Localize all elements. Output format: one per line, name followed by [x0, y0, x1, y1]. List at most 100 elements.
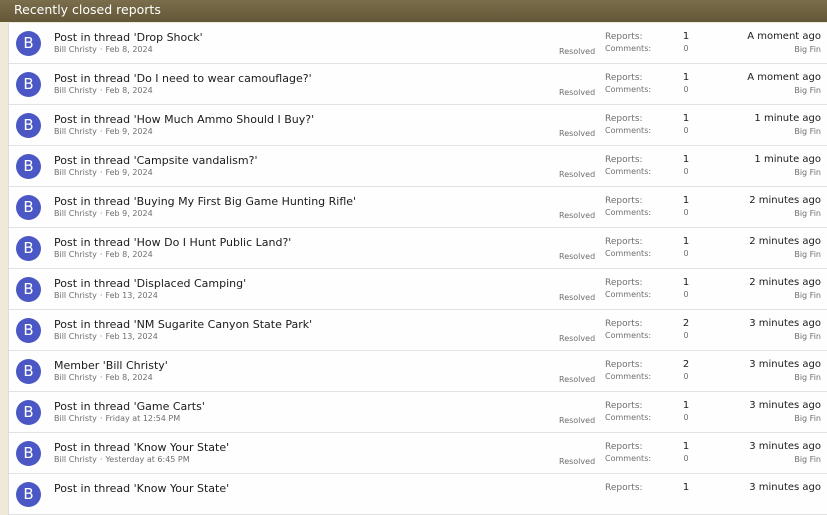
- report-title-link[interactable]: Post in thread 'Do I need to wear camouf…: [54, 72, 312, 85]
- comments-count-value: 0: [683, 208, 689, 217]
- closed-by-user-link[interactable]: Big Fin: [794, 414, 821, 423]
- reports-count-value: 1: [682, 195, 690, 206]
- reported-user-link[interactable]: Bill Christy: [54, 250, 97, 259]
- closed-time: 3 minutes ago: [749, 482, 821, 493]
- reported-user-link[interactable]: Bill Christy: [54, 127, 97, 136]
- report-row[interactable]: B Post in thread 'Do I need to wear camou…: [9, 64, 827, 105]
- status-label: Resolved: [559, 211, 596, 220]
- section-header: Recently closed reports: [0, 0, 827, 22]
- reports-count-label: Reports:: [605, 196, 643, 206]
- reported-user-link[interactable]: Bill Christy: [54, 455, 97, 464]
- report-title-link[interactable]: Post in thread 'How Much Ammo Should I B…: [54, 113, 314, 126]
- reported-user-link[interactable]: Bill Christy: [54, 414, 97, 423]
- report-title-link[interactable]: Post in thread 'Know Your State': [54, 482, 229, 495]
- report-row[interactable]: B Post in thread 'Game Carts' Bill Christy…: [9, 392, 827, 433]
- reports-count-value: 1: [682, 277, 690, 288]
- report-date: Feb 9, 2024: [105, 168, 153, 177]
- reported-user-link[interactable]: Bill Christy: [54, 332, 97, 341]
- report-row[interactable]: B Post in thread 'NM Sugarite Canyon Stat…: [9, 310, 827, 351]
- report-row[interactable]: B Post in thread 'Displaced Camping' Bill …: [9, 269, 827, 310]
- closed-time: 3 minutes ago: [749, 359, 821, 370]
- reports-count-value: 1: [682, 154, 690, 165]
- closed-by-user-link[interactable]: Big Fin: [794, 45, 821, 54]
- comments-count-label: Comments:: [605, 85, 652, 94]
- report-row[interactable]: B Post in thread 'How Much Ammo Should I …: [9, 105, 827, 146]
- report-date: Feb 8, 2024: [105, 373, 153, 382]
- reports-count-label: Reports:: [605, 114, 643, 124]
- report-title-link[interactable]: Post in thread 'Drop Shock': [54, 31, 203, 44]
- closed-time: 1 minute ago: [754, 113, 821, 124]
- report-title-link[interactable]: Member 'Bill Christy': [54, 359, 168, 372]
- closed-by-user-link[interactable]: Big Fin: [794, 291, 821, 300]
- status-label: Resolved: [559, 88, 596, 97]
- report-title-link[interactable]: Post in thread 'Displaced Camping': [54, 277, 246, 290]
- reported-user-link[interactable]: Bill Christy: [54, 291, 97, 300]
- status-label: Resolved: [559, 457, 596, 466]
- closed-by-user-link[interactable]: Big Fin: [794, 250, 821, 259]
- closed-by-user-link[interactable]: Big Fin: [794, 168, 821, 177]
- closed-by-user-link[interactable]: Big Fin: [794, 86, 821, 95]
- reports-count-value: 1: [682, 113, 690, 124]
- report-row[interactable]: B Post in thread 'How Do I Hunt Public La…: [9, 228, 827, 269]
- report-date: Friday at 12:54 PM: [105, 414, 181, 423]
- report-meta: Bill Christy · Feb 8, 2024: [54, 373, 153, 382]
- closed-time: 2 minutes ago: [749, 236, 821, 247]
- comments-count-label: Comments:: [605, 454, 652, 463]
- reports-count-label: Reports:: [605, 73, 643, 83]
- report-row[interactable]: B Post in thread 'Drop Shock' Bill Christy…: [9, 23, 827, 64]
- report-title-link[interactable]: Post in thread 'Game Carts': [54, 400, 205, 413]
- closed-by-user-link[interactable]: Big Fin: [794, 373, 821, 382]
- avatar[interactable]: B: [16, 113, 41, 138]
- report-row[interactable]: B Post in thread 'Buying My First Big Gam…: [9, 187, 827, 228]
- avatar[interactable]: B: [16, 318, 41, 343]
- closed-by-user-link[interactable]: Big Fin: [794, 209, 821, 218]
- reported-user-link[interactable]: Bill Christy: [54, 86, 97, 95]
- avatar[interactable]: B: [16, 277, 41, 302]
- reported-user-link[interactable]: Bill Christy: [54, 209, 97, 218]
- avatar[interactable]: B: [16, 441, 41, 466]
- closed-by-user-link[interactable]: Big Fin: [794, 127, 821, 136]
- avatar[interactable]: B: [16, 31, 41, 56]
- report-meta: Bill Christy · Friday at 12:54 PM: [54, 414, 180, 423]
- reports-count-value: 2: [682, 318, 690, 329]
- report-title-link[interactable]: Post in thread 'Know Your State': [54, 441, 229, 454]
- report-row[interactable]: B Post in thread 'Campsite vandalism?' Bil…: [9, 146, 827, 187]
- report-title-link[interactable]: Post in thread 'NM Sugarite Canyon State…: [54, 318, 312, 331]
- closed-by-user-link[interactable]: Big Fin: [794, 332, 821, 341]
- reported-user-link[interactable]: Bill Christy: [54, 168, 97, 177]
- report-title-link[interactable]: Post in thread 'Campsite vandalism?': [54, 154, 257, 167]
- report-date: Feb 9, 2024: [105, 209, 153, 218]
- closed-time: A moment ago: [747, 31, 821, 42]
- status-label: Resolved: [559, 293, 596, 302]
- comments-count-value: 0: [683, 126, 689, 135]
- report-row[interactable]: B Post in thread 'Know Your State' Bill Ch…: [9, 433, 827, 474]
- avatar[interactable]: B: [16, 154, 41, 179]
- comments-count-value: 0: [683, 372, 689, 381]
- reported-user-link[interactable]: Bill Christy: [54, 373, 97, 382]
- avatar[interactable]: B: [16, 359, 41, 384]
- report-list: B Post in thread 'Drop Shock' Bill Christy…: [8, 23, 827, 515]
- status-label: Resolved: [559, 47, 596, 56]
- report-title-link[interactable]: Post in thread 'How Do I Hunt Public Lan…: [54, 236, 291, 249]
- closed-by-user-link[interactable]: Big Fin: [794, 455, 821, 464]
- report-date: Feb 8, 2024: [105, 250, 153, 259]
- reports-count-label: Reports:: [605, 442, 643, 452]
- avatar[interactable]: B: [16, 195, 41, 220]
- comments-count-value: 0: [683, 331, 689, 340]
- avatar[interactable]: B: [16, 400, 41, 425]
- avatar[interactable]: B: [16, 482, 41, 507]
- avatar[interactable]: B: [16, 236, 41, 261]
- avatar[interactable]: B: [16, 72, 41, 97]
- report-row[interactable]: B Post in thread 'Know Your State' Reports…: [9, 474, 827, 515]
- reports-count-value: 1: [682, 72, 690, 83]
- reports-count-label: Reports:: [605, 360, 643, 370]
- comments-count-value: 0: [683, 249, 689, 258]
- report-meta: Bill Christy · Yesterday at 6:45 PM: [54, 455, 190, 464]
- closed-time: 3 minutes ago: [749, 318, 821, 329]
- report-title-link[interactable]: Post in thread 'Buying My First Big Game…: [54, 195, 356, 208]
- reports-count-label: Reports:: [605, 155, 643, 165]
- report-row[interactable]: B Member 'Bill Christy' Bill Christy · Feb 8…: [9, 351, 827, 392]
- reported-user-link[interactable]: Bill Christy: [54, 45, 97, 54]
- reports-count-label: Reports:: [605, 401, 643, 411]
- comments-count-label: Comments:: [605, 126, 652, 135]
